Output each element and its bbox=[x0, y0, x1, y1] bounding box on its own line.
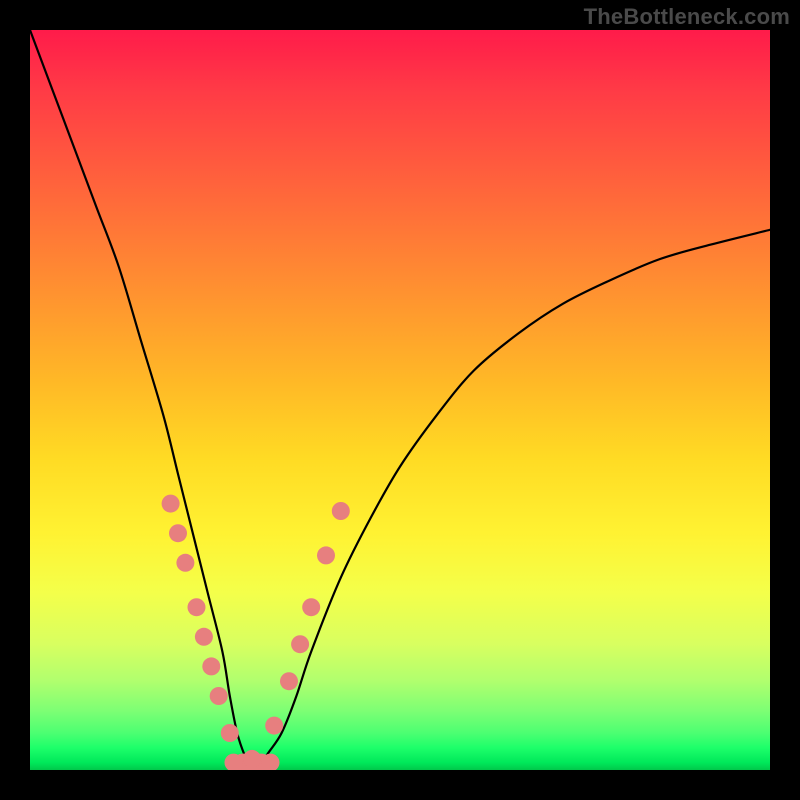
curve-svg bbox=[30, 30, 770, 770]
data-marker bbox=[169, 524, 187, 542]
data-marker bbox=[302, 598, 320, 616]
data-marker bbox=[221, 724, 239, 742]
markers-right-group bbox=[265, 502, 350, 735]
data-marker bbox=[291, 635, 309, 653]
markers-bottom-group bbox=[225, 750, 280, 770]
data-marker bbox=[332, 502, 350, 520]
markers-left-group bbox=[162, 495, 239, 742]
chart-frame: TheBottleneck.com bbox=[0, 0, 800, 800]
data-marker bbox=[210, 687, 228, 705]
watermark-text: TheBottleneck.com bbox=[584, 4, 790, 30]
data-marker bbox=[243, 750, 261, 768]
data-marker bbox=[188, 598, 206, 616]
data-marker bbox=[280, 672, 298, 690]
data-marker bbox=[317, 546, 335, 564]
plot-area bbox=[30, 30, 770, 770]
data-marker bbox=[176, 554, 194, 572]
data-marker bbox=[265, 717, 283, 735]
data-marker bbox=[202, 657, 220, 675]
data-marker bbox=[195, 628, 213, 646]
bottleneck-curve bbox=[30, 30, 770, 770]
data-marker bbox=[162, 495, 180, 513]
